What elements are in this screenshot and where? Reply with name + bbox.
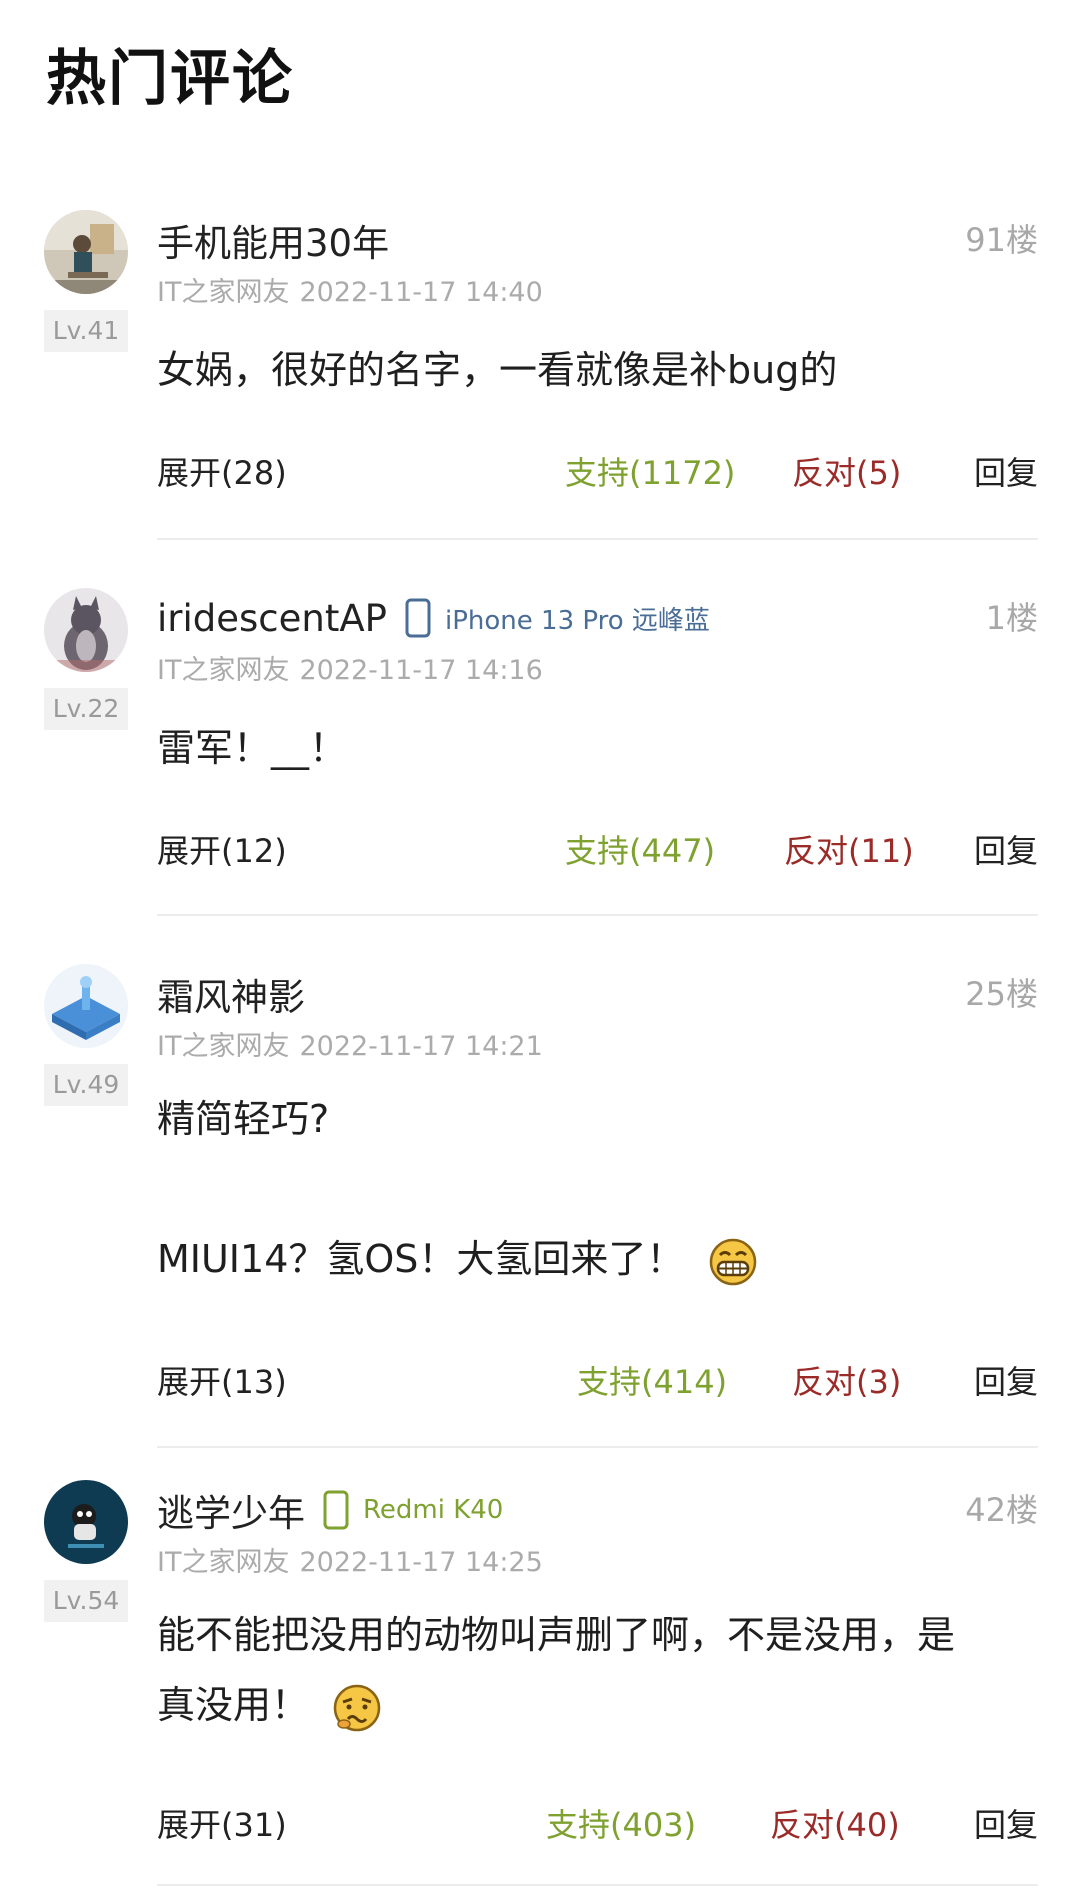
avatar[interactable]: [44, 210, 128, 294]
comment-line: 精简轻巧?: [157, 1097, 330, 1141]
device-tag: iPhone 13 Pro 远峰蓝: [405, 598, 710, 638]
username[interactable]: 手机能用30年: [157, 213, 389, 267]
comment-time: 2022-11-17 14:40: [299, 277, 543, 308]
name-row: 霜风神影: [157, 964, 305, 1024]
username[interactable]: iridescentAP: [157, 597, 387, 640]
avatar[interactable]: [44, 1480, 128, 1564]
name-row: 手机能用30年: [157, 210, 389, 270]
name-row: iridescentAP iPhone 13 Pro 远峰蓝: [157, 588, 710, 648]
reply-button[interactable]: 回复: [974, 1800, 1038, 1850]
grin-emoji-icon: [709, 1238, 756, 1285]
floor-number: 25楼: [965, 975, 1038, 1013]
floor-number: 42楼: [965, 1491, 1038, 1529]
expand-replies-button[interactable]: 展开(31): [157, 1800, 287, 1850]
user-level-badge: Lv.49: [44, 1064, 128, 1106]
expand-replies-button[interactable]: 展开(12): [157, 826, 287, 876]
avatar[interactable]: [44, 588, 128, 672]
phone-icon: [405, 598, 431, 638]
divider: [157, 1446, 1038, 1448]
comment-meta: IT之家网友 2022-11-17 14:25: [157, 1540, 543, 1579]
comment-text: 女娲，很好的名字，一看就像是补bug的: [157, 335, 1037, 405]
oppose-button[interactable]: 反对(40): [770, 1800, 900, 1850]
floor-number: 1楼: [985, 599, 1038, 637]
username[interactable]: 霜风神影: [157, 967, 305, 1021]
comment-line: 女娲，很好的名字，一看就像是补bug的: [157, 348, 838, 392]
comment-line-text: MIUI14？氢OS！大氢回来了！: [157, 1237, 685, 1281]
divider: [157, 1884, 1038, 1886]
user-level-badge: Lv.22: [44, 688, 128, 730]
comment-actions: 展开(31) 支持(403) 反对(40) 回复: [0, 1800, 1080, 1850]
comment-time: 2022-11-17 14:21: [299, 1031, 543, 1062]
expand-replies-button[interactable]: 展开(13): [157, 1357, 287, 1407]
divider: [157, 914, 1038, 916]
divider: [157, 538, 1038, 540]
comment-time: 2022-11-17 14:25: [299, 1547, 543, 1578]
avatar[interactable]: [44, 964, 128, 1048]
name-row: 逃学少年 Redmi K40: [157, 1480, 503, 1540]
comment-text: 能不能把没用的动物叫声删了啊，不是没用，是 真没用！: [157, 1600, 1037, 1740]
support-button[interactable]: 支持(1172): [565, 448, 735, 498]
comment-time: 2022-11-17 14:16: [299, 655, 543, 686]
floor-number: 91楼: [965, 221, 1038, 259]
username[interactable]: 逃学少年: [157, 1483, 305, 1537]
comment-meta: IT之家网友 2022-11-17 14:21: [157, 1024, 543, 1063]
comment-actions: 展开(13) 支持(414) 反对(3) 回复: [0, 1357, 1080, 1407]
device-name: iPhone 13 Pro 远峰蓝: [445, 605, 710, 636]
comment-source: IT之家网友: [157, 1547, 290, 1578]
comment-source: IT之家网友: [157, 1031, 290, 1062]
oppose-button[interactable]: 反对(3): [792, 1357, 901, 1407]
oppose-button[interactable]: 反对(11): [784, 826, 914, 876]
support-button[interactable]: 支持(403): [546, 1800, 696, 1850]
oppose-button[interactable]: 反对(5): [792, 448, 901, 498]
comment-actions: 展开(28) 支持(1172) 反对(5) 回复: [0, 448, 1080, 498]
comment-line: [157, 1154, 1037, 1224]
phone-icon: [323, 1490, 349, 1530]
reply-button[interactable]: 回复: [974, 826, 1038, 876]
user-level-badge: Lv.54: [44, 1580, 128, 1622]
comment-meta: IT之家网友 2022-11-17 14:16: [157, 648, 543, 687]
comment-line-text: 真没用！: [157, 1683, 310, 1727]
comment-source: IT之家网友: [157, 277, 290, 308]
user-level-badge: Lv.41: [44, 310, 128, 352]
comment-line: 雷军！__！: [157, 726, 348, 770]
comment-line: MIUI14？氢OS！大氢回来了！: [157, 1224, 1037, 1294]
reply-button[interactable]: 回复: [974, 1357, 1038, 1407]
comment-actions: 展开(12) 支持(447) 反对(11) 回复: [0, 826, 1080, 876]
reply-button[interactable]: 回复: [974, 448, 1038, 498]
device-name: Redmi K40: [363, 1495, 504, 1525]
support-button[interactable]: 支持(447): [565, 826, 715, 876]
support-button[interactable]: 支持(414): [577, 1357, 727, 1407]
comment-text: 雷军！__！: [157, 713, 1037, 783]
expand-replies-button[interactable]: 展开(28): [157, 448, 287, 498]
comment-line: 真没用！: [157, 1670, 1037, 1740]
comment-text: 精简轻巧? MIUI14？氢OS！大氢回来了！: [157, 1084, 1037, 1294]
comment-line: 能不能把没用的动物叫声删了啊，不是没用，是: [157, 1613, 956, 1657]
puzzled-emoji-icon: [333, 1684, 381, 1731]
comment-source: IT之家网友: [157, 655, 290, 686]
device-tag: Redmi K40: [323, 1490, 503, 1530]
page-title: 热门评论: [46, 44, 294, 114]
comment-meta: IT之家网友 2022-11-17 14:40: [157, 270, 543, 309]
